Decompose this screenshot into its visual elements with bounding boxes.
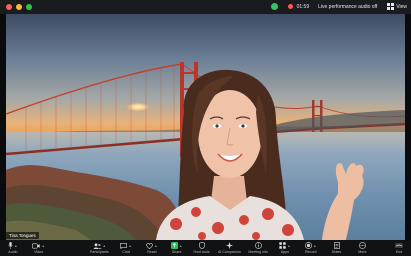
top-status-area: 01:59 Live performance audio off View xyxy=(270,3,407,10)
chat-button-label: Chat xyxy=(122,250,130,254)
share-button[interactable]: ▲ Share xyxy=(165,240,189,256)
share-screen-icon xyxy=(170,242,178,249)
participants-button-label: Participants xyxy=(89,250,109,254)
participants-button[interactable]: ▲ Participants xyxy=(85,240,113,256)
notes-icon xyxy=(333,242,340,249)
react-button[interactable]: ▲ React xyxy=(139,240,165,256)
chat-options-chevron-icon[interactable]: ▲ xyxy=(128,244,131,248)
share-options-chevron-icon[interactable]: ▲ xyxy=(179,244,182,248)
window-controls xyxy=(6,4,32,10)
audio-options-chevron-icon[interactable]: ▲ xyxy=(14,244,17,248)
apps-button[interactable]: ▲ Apps xyxy=(272,240,298,256)
meeting-info-button[interactable]: Meeting info xyxy=(244,240,272,256)
host-tools-button-label: Host tools xyxy=(193,250,210,254)
end-meeting-button[interactable]: End xyxy=(387,240,411,256)
sparkle-icon xyxy=(225,242,233,249)
record-options-chevron-icon[interactable]: ▲ xyxy=(313,244,316,248)
grid-view-icon xyxy=(387,3,395,10)
record-button[interactable]: ▲ Record xyxy=(298,240,324,256)
audio-button[interactable]: ▲ Audio xyxy=(0,240,26,256)
chat-icon xyxy=(120,242,128,249)
host-tools-button[interactable]: Host tools xyxy=(189,240,215,256)
microphone-icon xyxy=(8,242,13,249)
view-button-label: View xyxy=(396,3,407,10)
participants-options-chevron-icon[interactable]: ▲ xyxy=(103,244,106,248)
end-meeting-button-label: End xyxy=(395,250,403,254)
notes-button[interactable]: Notes xyxy=(324,240,350,256)
maximize-window-button[interactable] xyxy=(26,4,32,10)
speaker-video[interactable] xyxy=(6,14,405,240)
record-button-label: Record xyxy=(304,250,317,254)
react-options-chevron-icon[interactable]: ▲ xyxy=(154,244,157,248)
minimize-window-button[interactable] xyxy=(16,4,22,10)
more-button[interactable]: More xyxy=(349,240,375,256)
ai-companion-button[interactable]: AI Companion xyxy=(214,240,244,256)
shield-icon xyxy=(198,242,205,249)
more-button-label: More xyxy=(358,250,367,254)
react-button-label: React xyxy=(147,250,157,254)
record-icon xyxy=(305,242,312,249)
meeting-info-button-label: Meeting info xyxy=(248,250,268,254)
audio-status-text: Live performance audio off xyxy=(318,3,378,10)
recording-indicator-icon xyxy=(287,4,293,9)
meeting-toolbar: ▲ Audio ▲ Video ▲ Participants ▲ Chat ▲ … xyxy=(0,240,411,256)
apps-button-label: Apps xyxy=(280,250,290,254)
encryption-shield-icon[interactable] xyxy=(270,3,278,10)
more-icon xyxy=(358,242,366,249)
video-button[interactable]: ▲ Video xyxy=(26,240,52,256)
video-button-label: Video xyxy=(34,250,44,254)
info-icon xyxy=(254,242,262,249)
view-button[interactable]: View xyxy=(387,3,407,10)
video-options-chevron-icon[interactable]: ▲ xyxy=(41,244,44,248)
window-title-bar: 01:59 Live performance audio off View xyxy=(0,0,411,14)
share-button-label: Share xyxy=(171,250,182,254)
audio-button-label: Audio xyxy=(8,250,18,254)
apps-options-chevron-icon[interactable]: ▲ xyxy=(287,244,290,248)
end-call-icon xyxy=(395,243,404,248)
participant-name-tag: Tina Tongues xyxy=(6,232,39,239)
participants-icon xyxy=(92,242,102,249)
notes-button-label: Notes xyxy=(331,250,342,254)
speaker-person xyxy=(156,69,364,240)
ai-companion-button-label: AI Companion xyxy=(217,250,241,254)
apps-icon xyxy=(279,242,286,249)
close-window-button[interactable] xyxy=(6,4,12,10)
video-camera-icon xyxy=(32,243,41,249)
heart-icon xyxy=(146,242,153,249)
meeting-timer: 01:59 xyxy=(296,3,310,10)
chat-button[interactable]: ▲ Chat xyxy=(113,240,139,256)
